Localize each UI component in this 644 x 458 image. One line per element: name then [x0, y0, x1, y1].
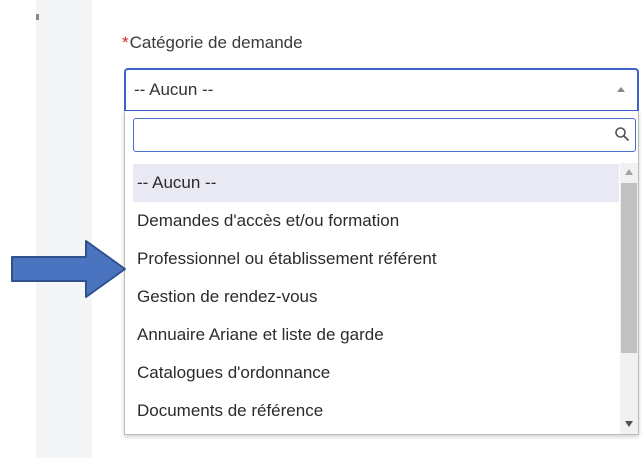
search-input[interactable]: [134, 119, 610, 149]
scroll-down-icon[interactable]: [625, 421, 633, 427]
edge-mark: [36, 14, 39, 20]
search-box[interactable]: [133, 118, 636, 152]
side-panel: [36, 0, 92, 458]
arrow-right-icon: [11, 240, 126, 298]
search-icon[interactable]: [614, 126, 630, 142]
option-aucun[interactable]: -- Aucun --: [133, 164, 619, 202]
scrollbar[interactable]: [620, 163, 638, 434]
field-label-text: Catégorie de demande: [129, 33, 303, 52]
option-catalogues-ordonnance[interactable]: Catalogues d'ordonnance: [133, 354, 619, 392]
scroll-up-icon[interactable]: [625, 169, 633, 175]
selected-value: -- Aucun --: [134, 80, 214, 99]
dropdown-panel: -- Aucun -- Demandes d'accès et/ou forma…: [124, 111, 639, 435]
option-annuaire-ariane[interactable]: Annuaire Ariane et liste de garde: [133, 316, 619, 354]
option-list: -- Aucun -- Demandes d'accès et/ou forma…: [133, 164, 619, 430]
option-rendez-vous[interactable]: Gestion de rendez-vous: [133, 278, 619, 316]
category-select[interactable]: -- Aucun --: [124, 68, 639, 112]
option-acces-formation[interactable]: Demandes d'accès et/ou formation: [133, 202, 619, 240]
option-professionnel-referent[interactable]: Professionnel ou établissement référent: [133, 240, 619, 278]
chevron-up-icon[interactable]: [617, 87, 625, 92]
field-label: *Catégorie de demande: [122, 33, 303, 53]
scrollbar-thumb[interactable]: [621, 183, 637, 353]
option-documents-reference[interactable]: Documents de référence: [133, 392, 619, 430]
required-marker: *: [122, 33, 129, 52]
